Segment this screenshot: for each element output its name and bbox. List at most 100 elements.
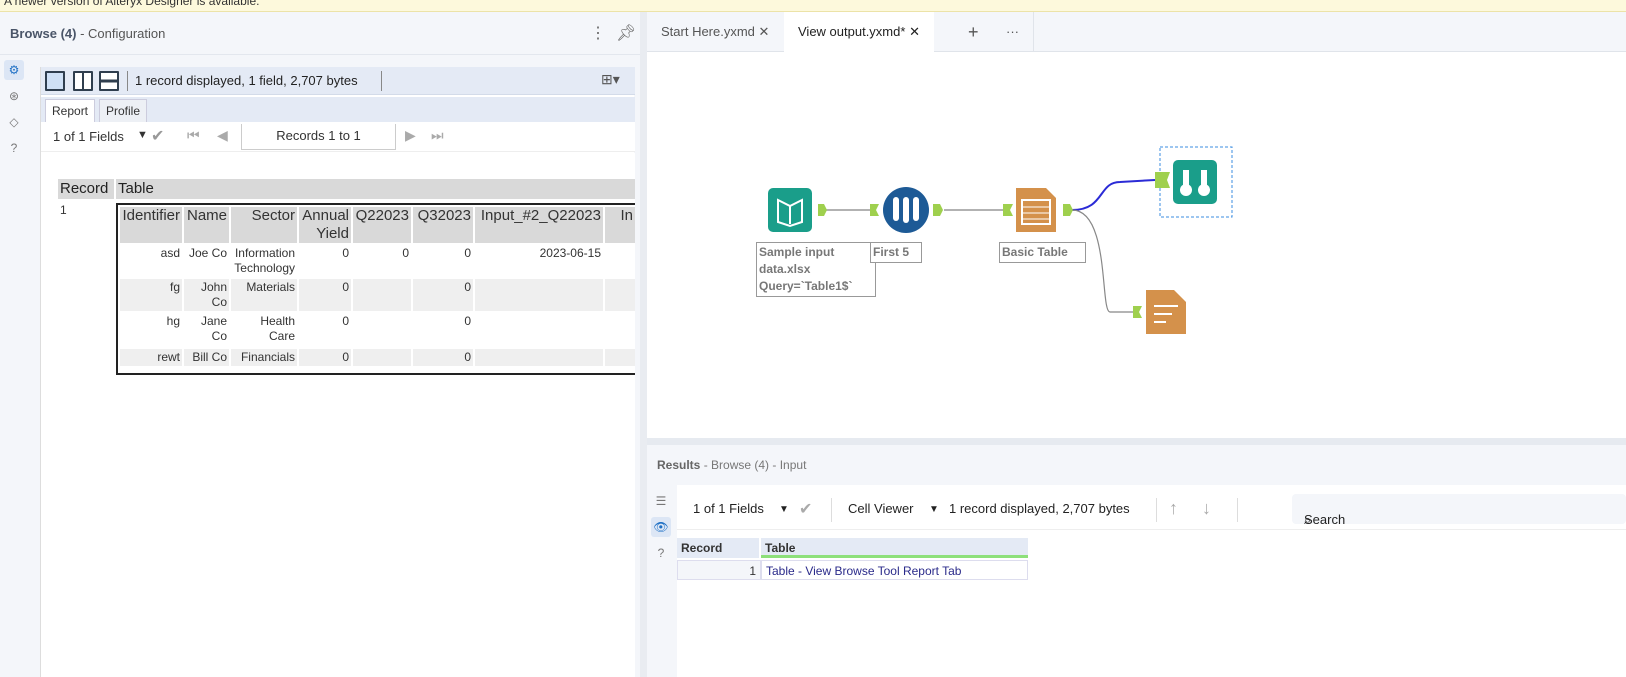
workflow-area: Start Here.yxmd ✕ View output.yxmd* ✕ + … xyxy=(647,12,1626,677)
report-column-header: Sector xyxy=(231,207,297,243)
report-cell xyxy=(475,349,603,366)
records-field[interactable]: Records 1 to 1 xyxy=(241,124,396,150)
next-record-icon[interactable]: ▶ xyxy=(405,127,416,144)
record-header: Record xyxy=(58,179,114,199)
workflow-canvas[interactable]: Sample input data.xlsx Query=`Table1$` Fir… xyxy=(647,52,1626,438)
report-cell: 0 xyxy=(464,314,471,328)
cell-viewer-select[interactable]: Cell Viewer xyxy=(848,501,914,516)
configuration-panel: Browse (4) - Configuration ⋮ 📌︎ ⚙ ⊛ ◇ ? … xyxy=(0,12,640,677)
split-horizontal-icon[interactable] xyxy=(99,71,119,91)
config-sidebar: ⚙ ⊛ ◇ ? xyxy=(0,56,40,676)
report-cell xyxy=(353,279,411,311)
sample-node-label[interactable]: First 5 xyxy=(870,242,922,263)
chevron-down-icon[interactable]: ▼ xyxy=(779,504,789,515)
first-record-icon[interactable]: ⏮ xyxy=(187,127,200,144)
input-node-label[interactable]: Sample input data.xlsx Query=`Table1$` xyxy=(756,242,876,297)
update-banner[interactable]: A newer version of Alteryx Designer is a… xyxy=(0,0,1626,12)
check-icon[interactable]: ✔ xyxy=(799,499,812,519)
banner-text: A newer version of Alteryx Designer is a… xyxy=(4,0,260,8)
tab-start-here[interactable]: Start Here.yxmd ✕ xyxy=(647,12,783,52)
selected-connection-wire xyxy=(1071,179,1156,211)
report-cell: hg xyxy=(166,314,180,328)
report-column-header: In xyxy=(605,207,635,243)
label-line: Sample input xyxy=(759,245,835,259)
report-cell: 0 xyxy=(342,314,349,328)
report-cell xyxy=(475,313,603,347)
export-icon[interactable]: ⊞▾ xyxy=(601,71,620,88)
label-line: Query=`Table1$` xyxy=(759,279,853,293)
report-cell xyxy=(605,279,635,311)
panel-title: Browse (4) xyxy=(10,26,77,41)
help-icon[interactable]: ? xyxy=(651,543,671,563)
more-options-icon[interactable]: ⋮ xyxy=(590,12,606,55)
split-vertical-icon[interactable] xyxy=(73,71,93,91)
gear-icon[interactable]: ⚙ xyxy=(4,60,24,80)
single-view-icon[interactable] xyxy=(45,71,65,91)
last-record-icon[interactable]: ⏭ xyxy=(431,127,444,144)
table-header: Table xyxy=(116,179,635,199)
browse-config: 1 record displayed, 1 field, 2,707 bytes… xyxy=(40,67,635,677)
binoculars-icon[interactable]: 👁︎ xyxy=(651,517,671,537)
column-header-record[interactable]: Record xyxy=(677,538,759,558)
search-input[interactable]: ⌕ Search xyxy=(1292,494,1626,527)
report-column-header: Input_#2_Q22023 xyxy=(475,207,603,243)
report-row: hg Jane Co Health Care 0 0 xyxy=(120,313,635,347)
results-header: Results - Browse (4) - Input xyxy=(647,445,1626,485)
record-cell[interactable]: 1 xyxy=(677,560,761,580)
results-summary: 1 record displayed, 2,707 bytes xyxy=(949,501,1130,516)
close-icon[interactable]: ✕ xyxy=(759,24,770,39)
report-cell: Information Technology xyxy=(234,246,295,275)
report-cell: 0 xyxy=(299,349,351,366)
results-splitter[interactable] xyxy=(647,438,1626,445)
report-row: asd Joe Co Information Technology 0 0 0 2023-0… xyxy=(120,245,635,277)
browse-toolbar: 1 record displayed, 1 field, 2,707 bytes… xyxy=(41,67,635,95)
report-cell: Financials xyxy=(231,349,297,366)
report-cell: rewt xyxy=(120,349,182,366)
arrow-up-icon[interactable]: ↑ xyxy=(1169,498,1178,519)
report-column-header: Q32023 xyxy=(413,207,473,243)
help-icon[interactable]: ? xyxy=(4,138,24,158)
connection-icon[interactable]: ⊛ xyxy=(4,86,24,106)
report-cell: John Co xyxy=(184,279,229,311)
panel-splitter[interactable] xyxy=(640,12,647,677)
report-cell: 0 xyxy=(342,246,349,260)
report-table: Identifier Name Sector Annual Yield Q22023 Q3… xyxy=(116,203,635,375)
report-cell: 0 xyxy=(299,279,351,311)
chevron-down-icon[interactable]: ▼ xyxy=(137,129,148,141)
record-summary: 1 record displayed, 1 field, 2,707 bytes xyxy=(135,73,358,88)
input-data-tool-icon xyxy=(768,188,812,232)
report-cell: 0 xyxy=(402,246,409,260)
fields-select[interactable]: 1 of 1 Fields xyxy=(53,129,124,144)
results-subtitle: - Browse (4) - Input xyxy=(703,458,807,472)
report-cell xyxy=(475,279,603,311)
report-cell: Bill Co xyxy=(184,349,229,366)
close-icon[interactable]: ✕ xyxy=(909,24,920,39)
tab-label: View output.yxmd* xyxy=(798,24,906,39)
table-cell[interactable]: Table - View Browse Tool Report Tab xyxy=(761,560,1028,580)
list-icon[interactable]: ☰ xyxy=(651,491,671,511)
tab-profile[interactable]: Profile xyxy=(99,99,148,122)
report-column-header: Name xyxy=(184,207,229,243)
tab-view-output[interactable]: View output.yxmd* ✕ xyxy=(784,12,934,52)
results-toolbar: 1 of 1 Fields ▼ ✔ Cell Viewer ▼ 1 record… xyxy=(677,490,1626,530)
report-cell: 2023-06-15 xyxy=(539,246,601,260)
report-column-header: Q22023 xyxy=(353,207,411,243)
prev-record-icon[interactable]: ◀ xyxy=(217,127,228,144)
check-icon[interactable]: ✔ xyxy=(151,126,164,146)
more-tabs-icon[interactable]: ··· xyxy=(992,12,1034,52)
pin-icon[interactable]: 📌︎ xyxy=(616,12,636,55)
add-tab-icon[interactable]: + xyxy=(954,12,993,52)
report-cell: Joe Co xyxy=(188,246,227,260)
panel-subtitle: - Configuration xyxy=(80,26,166,41)
panel-header: Browse (4) - Configuration xyxy=(0,12,640,55)
column-header-table[interactable]: Table xyxy=(761,538,1028,558)
tab-report[interactable]: Report xyxy=(45,99,96,122)
tag-icon[interactable]: ◇ xyxy=(4,112,24,132)
report-cell: 0 xyxy=(464,246,471,260)
render-tool-icon xyxy=(1146,290,1186,334)
table-node-label[interactable]: Basic Table xyxy=(999,242,1086,263)
report-cell: 0 xyxy=(413,349,473,366)
arrow-down-icon[interactable]: ↓ xyxy=(1202,498,1211,519)
results-fields-select[interactable]: 1 of 1 Fields xyxy=(693,501,764,516)
chevron-down-icon[interactable]: ▼ xyxy=(929,504,939,515)
